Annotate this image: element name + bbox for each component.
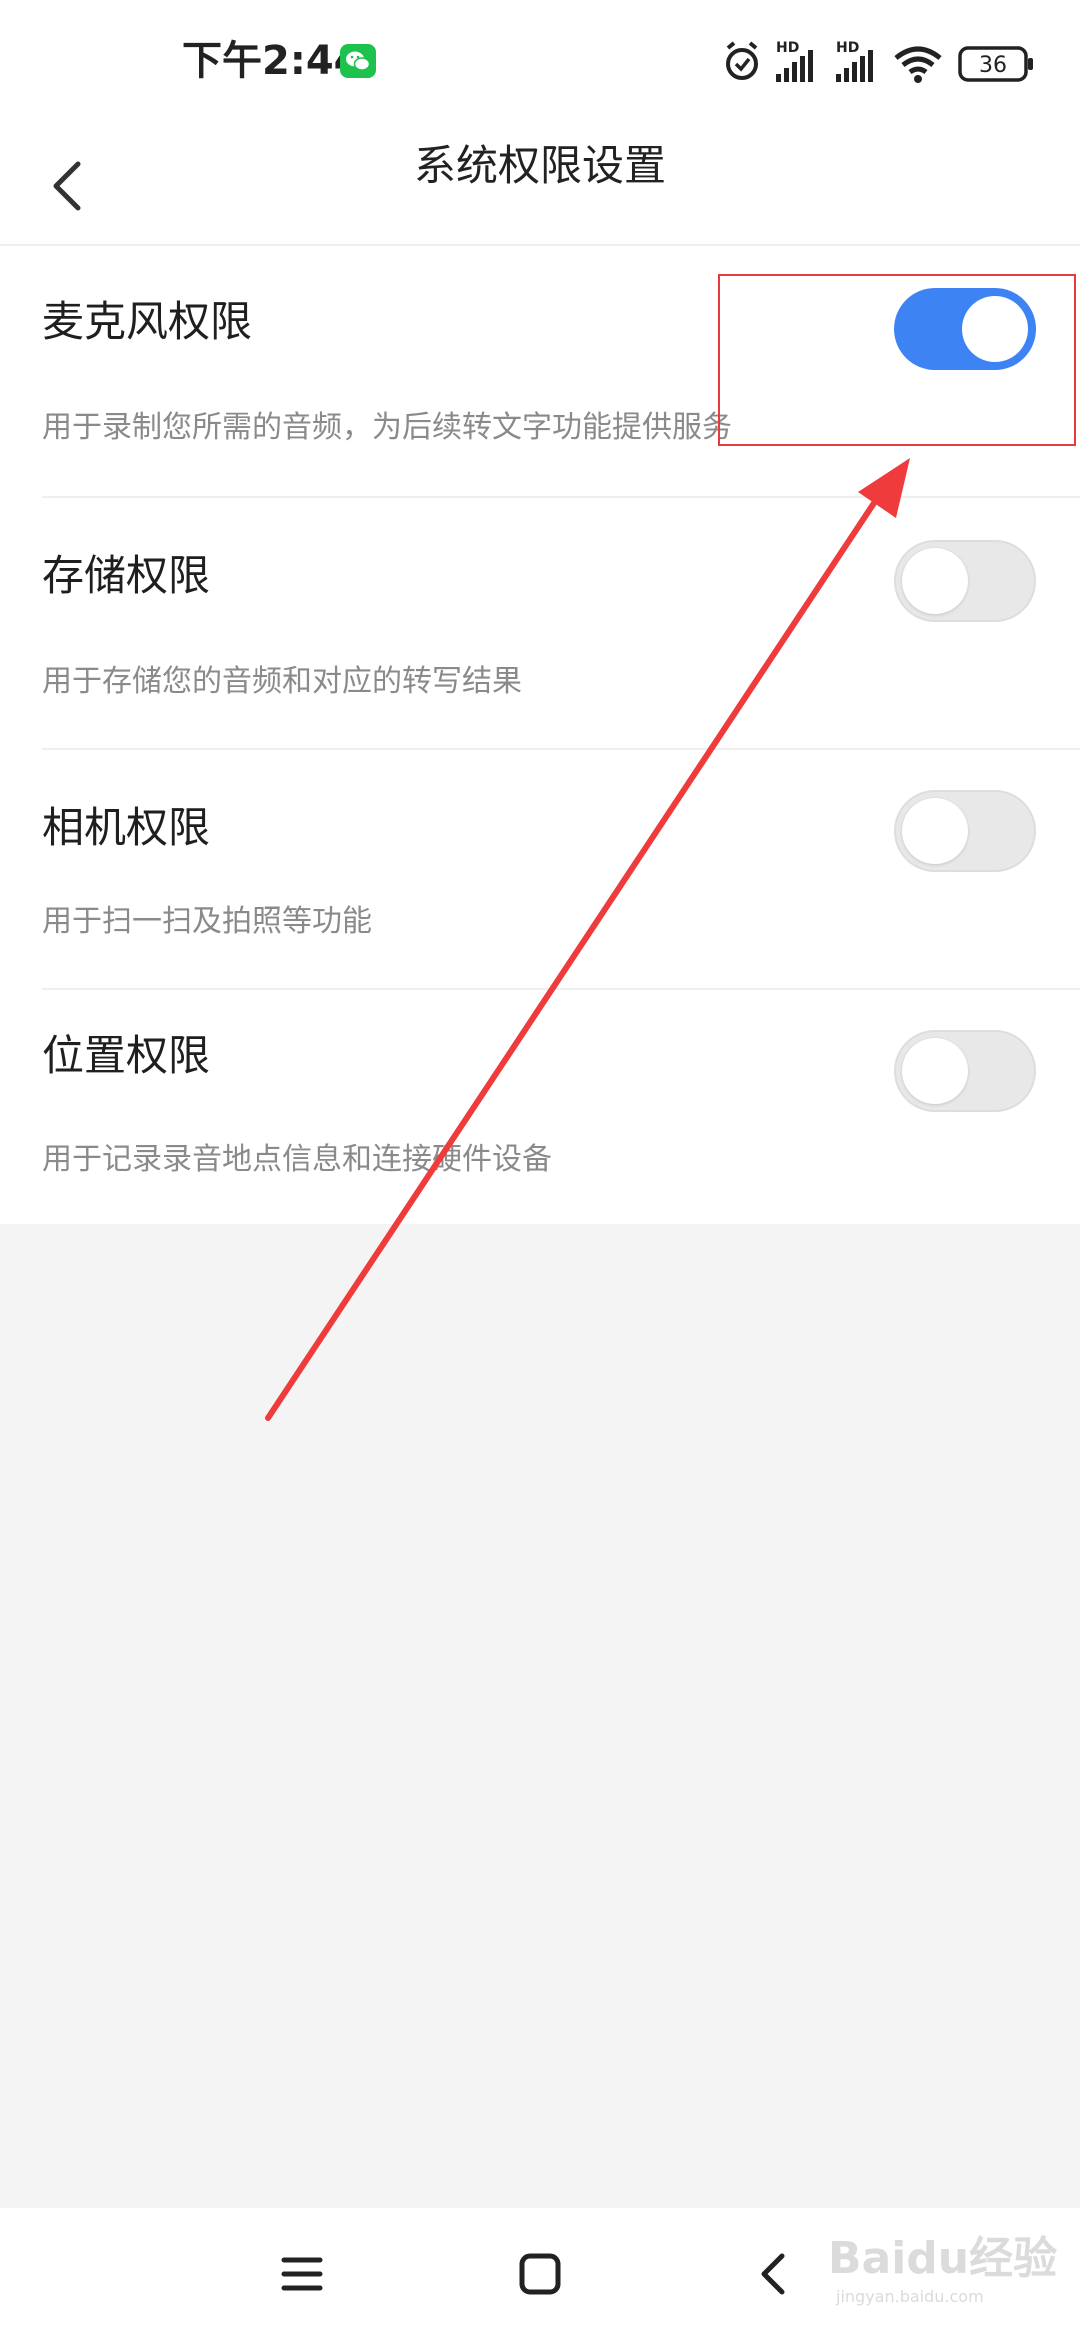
toggle-knob [902,798,968,864]
toggle-knob [902,548,968,614]
status-bar: 下午2:44 HD HD 36 [0,0,1080,120]
battery-icon: 36 [958,46,1033,82]
item-title: 位置权限 [42,1031,211,1080]
menu-button[interactable] [262,2234,342,2314]
wechat-icon [340,44,376,78]
chevron-left-icon [53,161,81,211]
list-item-camera: 相机权限 用于扫一扫及拍照等功能 [0,750,1080,990]
home-button[interactable] [500,2234,580,2314]
signal-icon-1: HD [776,40,813,82]
item-description: 用于扫一扫及拍照等功能 [42,904,372,939]
item-description: 用于记录录音地点信息和连接硬件设备 [42,1142,552,1177]
page-title: 系统权限设置 [413,141,666,190]
home-icon [519,2253,561,2295]
location-toggle[interactable] [894,1030,1036,1112]
menu-icon [281,2257,323,2291]
list-item-location: 位置权限 用于记录录音地点信息和连接硬件设备 [0,990,1080,1224]
status-icons: HD HD 36 [720,34,1040,90]
back-button[interactable] [40,140,100,224]
item-description: 用于存储您的音频和对应的转写结果 [42,664,522,699]
item-title: 相机权限 [42,803,211,852]
wifi-icon [894,46,942,83]
list-item-storage: 存储权限 用于存储您的音频和对应的转写结果 [0,498,1080,750]
header: 系统权限设置 [0,120,1080,246]
storage-toggle[interactable] [894,540,1036,622]
item-description: 用于录制您所需的音频，为后续转文字功能提供服务 [42,410,732,445]
status-time: 下午2:44 [182,38,362,84]
alarm-icon [726,41,758,80]
highlight-box [718,274,1076,446]
watermark-brand: Baidu经验 [828,2233,1058,2284]
watermark: Baidu经验 jingyan.baidu.com [828,2226,1058,2306]
watermark-site: jingyan.baidu.com [836,2287,984,2306]
camera-toggle[interactable] [894,790,1036,872]
signal-icon-2: HD [836,40,873,82]
toggle-knob [902,1038,968,1104]
svg-text:HD: HD [776,40,799,56]
item-title: 存储权限 [42,551,211,600]
svg-text:36: 36 [979,53,1007,78]
back-icon [761,2253,785,2295]
nav-back-button[interactable] [736,2234,816,2314]
item-title: 麦克风权限 [42,297,253,346]
svg-text:HD: HD [836,40,859,56]
